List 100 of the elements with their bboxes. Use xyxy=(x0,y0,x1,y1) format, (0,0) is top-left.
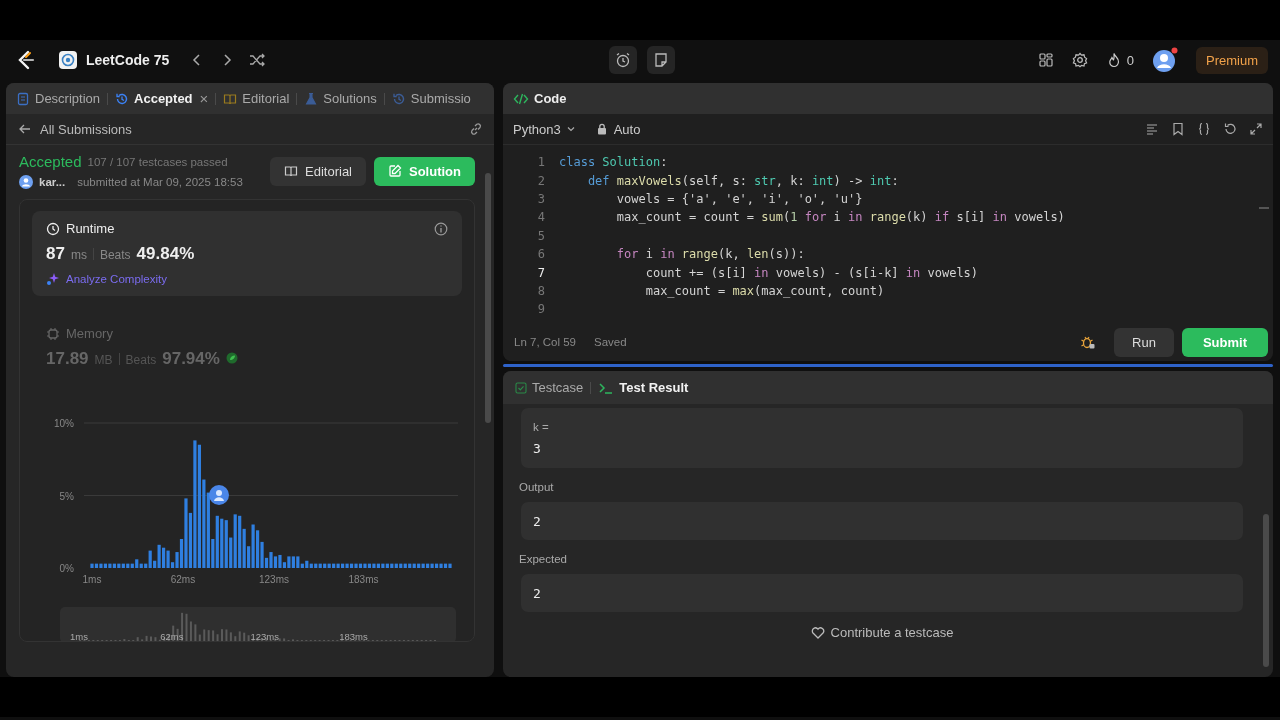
histogram-bar[interactable] xyxy=(372,563,376,568)
histogram-bar[interactable] xyxy=(251,524,255,568)
bookmark-icon[interactable] xyxy=(1171,122,1185,136)
histogram-bar[interactable] xyxy=(139,563,143,568)
histogram-bar[interactable] xyxy=(166,550,170,568)
logo-icon[interactable] xyxy=(16,50,36,70)
histogram-bar[interactable] xyxy=(439,563,443,568)
histogram-bar[interactable] xyxy=(354,563,358,568)
histogram-bar[interactable] xyxy=(90,563,94,568)
all-submissions-link[interactable]: All Submissions xyxy=(40,121,132,137)
histogram-bar[interactable] xyxy=(282,562,286,568)
expand-icon[interactable] xyxy=(1249,122,1263,136)
histogram-bar[interactable] xyxy=(376,563,380,568)
histogram-bar[interactable] xyxy=(309,563,313,568)
histogram-bar[interactable] xyxy=(349,563,354,568)
panel-tab[interactable]: Editorial xyxy=(223,91,290,106)
avatar-icon[interactable] xyxy=(1152,47,1178,73)
histogram-bar[interactable] xyxy=(390,563,394,568)
histogram-bar[interactable] xyxy=(215,515,219,568)
histogram-bar[interactable] xyxy=(206,492,210,568)
histogram-bar[interactable] xyxy=(197,444,201,568)
run-button[interactable]: Run xyxy=(1114,327,1174,357)
histogram-bar[interactable] xyxy=(260,541,264,568)
histogram-bar[interactable] xyxy=(157,544,161,568)
info-icon[interactable] xyxy=(434,221,448,236)
histogram-bar[interactable] xyxy=(435,563,439,568)
histogram-bar[interactable] xyxy=(179,539,184,568)
user-name[interactable]: kar... xyxy=(39,176,66,188)
study-plan-title[interactable]: LeetCode 75 xyxy=(86,52,170,68)
histogram-bar[interactable] xyxy=(220,518,224,568)
histogram-bar[interactable] xyxy=(399,563,403,568)
histogram-bar[interactable] xyxy=(426,563,430,568)
histogram-bar[interactable] xyxy=(247,546,251,568)
histogram-bar[interactable] xyxy=(211,539,215,568)
histogram-bar[interactable] xyxy=(130,563,134,568)
histogram-bar[interactable] xyxy=(336,563,340,568)
histogram-bar[interactable] xyxy=(193,440,197,568)
histogram-bar[interactable] xyxy=(358,563,363,568)
histogram-bar[interactable] xyxy=(188,512,193,568)
histogram-bar[interactable] xyxy=(318,563,322,568)
premium-button[interactable]: Premium xyxy=(1196,46,1268,74)
scrollbar[interactable] xyxy=(485,173,491,423)
link-icon[interactable] xyxy=(468,121,484,137)
histogram-bar[interactable] xyxy=(408,563,412,568)
panel-tab[interactable]: Submissio xyxy=(391,91,471,106)
histogram-bar[interactable] xyxy=(135,559,139,568)
histogram-bar[interactable] xyxy=(296,556,300,568)
reset-icon[interactable] xyxy=(1223,122,1237,136)
histogram-bar[interactable] xyxy=(448,563,452,568)
shuffle-icon[interactable] xyxy=(249,52,266,68)
settings-icon[interactable] xyxy=(1071,52,1088,68)
histogram-bar[interactable] xyxy=(291,556,295,568)
histogram-bar[interactable] xyxy=(323,563,327,568)
histogram-bar[interactable] xyxy=(162,547,166,568)
histogram-bar[interactable] xyxy=(103,563,108,568)
histogram-bar[interactable] xyxy=(229,537,233,568)
panel-tab[interactable]: Description xyxy=(16,91,101,106)
histogram-bar[interactable] xyxy=(305,560,309,568)
timer-button[interactable] xyxy=(609,46,637,74)
histogram-bar[interactable] xyxy=(112,563,116,568)
histogram-bar[interactable] xyxy=(394,563,398,568)
histogram-bar[interactable] xyxy=(412,563,416,568)
range-overview[interactable]: 1ms 62ms 123ms 183ms xyxy=(60,607,456,641)
metric-card[interactable]: Runtime 87 ms Beats 49.84% Analyze Complexity xyxy=(32,211,462,296)
bug-icon[interactable] xyxy=(1080,334,1097,350)
result-tab[interactable]: Test Result xyxy=(598,379,689,396)
histogram-bar[interactable] xyxy=(345,563,349,568)
histogram-bar[interactable] xyxy=(430,563,434,568)
layout-icon[interactable] xyxy=(1037,52,1054,68)
histogram-bar[interactable] xyxy=(126,563,130,568)
histogram-bar[interactable] xyxy=(264,557,269,568)
histogram-bar[interactable] xyxy=(238,515,242,568)
histogram-bar[interactable] xyxy=(314,563,318,568)
histogram-bar[interactable] xyxy=(175,552,179,568)
histogram-bar[interactable] xyxy=(108,563,112,568)
histogram-bar[interactable] xyxy=(417,563,421,568)
scrollbar[interactable] xyxy=(1263,514,1269,667)
histogram-bar[interactable] xyxy=(278,554,282,568)
histogram-bar[interactable] xyxy=(421,563,425,568)
language-dropdown[interactable]: Python3 xyxy=(513,121,576,137)
histogram-bar[interactable] xyxy=(287,556,291,568)
histogram-bar[interactable] xyxy=(117,563,121,568)
close-tab-icon[interactable]: × xyxy=(199,90,209,107)
result-tab[interactable]: Testcase xyxy=(515,380,584,395)
histogram-bar[interactable] xyxy=(273,556,278,568)
panel-tab[interactable]: Accepted × xyxy=(115,90,209,107)
histogram-bar[interactable] xyxy=(242,528,246,568)
histogram-bar[interactable] xyxy=(224,520,228,568)
histogram-bar[interactable] xyxy=(327,563,331,568)
histogram-bar[interactable] xyxy=(202,479,206,568)
histogram-bar[interactable] xyxy=(443,563,448,568)
histogram-bar[interactable] xyxy=(341,563,345,568)
back-arrow-icon[interactable] xyxy=(18,122,32,136)
histogram-bar[interactable] xyxy=(403,563,407,568)
histogram-bar[interactable] xyxy=(99,563,103,568)
editorial-button[interactable]: Editorial xyxy=(270,156,366,186)
histogram-bar[interactable] xyxy=(381,563,385,568)
histogram-bar[interactable] xyxy=(332,563,336,568)
panel-tab[interactable]: Solutions xyxy=(304,91,377,106)
histogram-bar[interactable] xyxy=(256,530,260,568)
